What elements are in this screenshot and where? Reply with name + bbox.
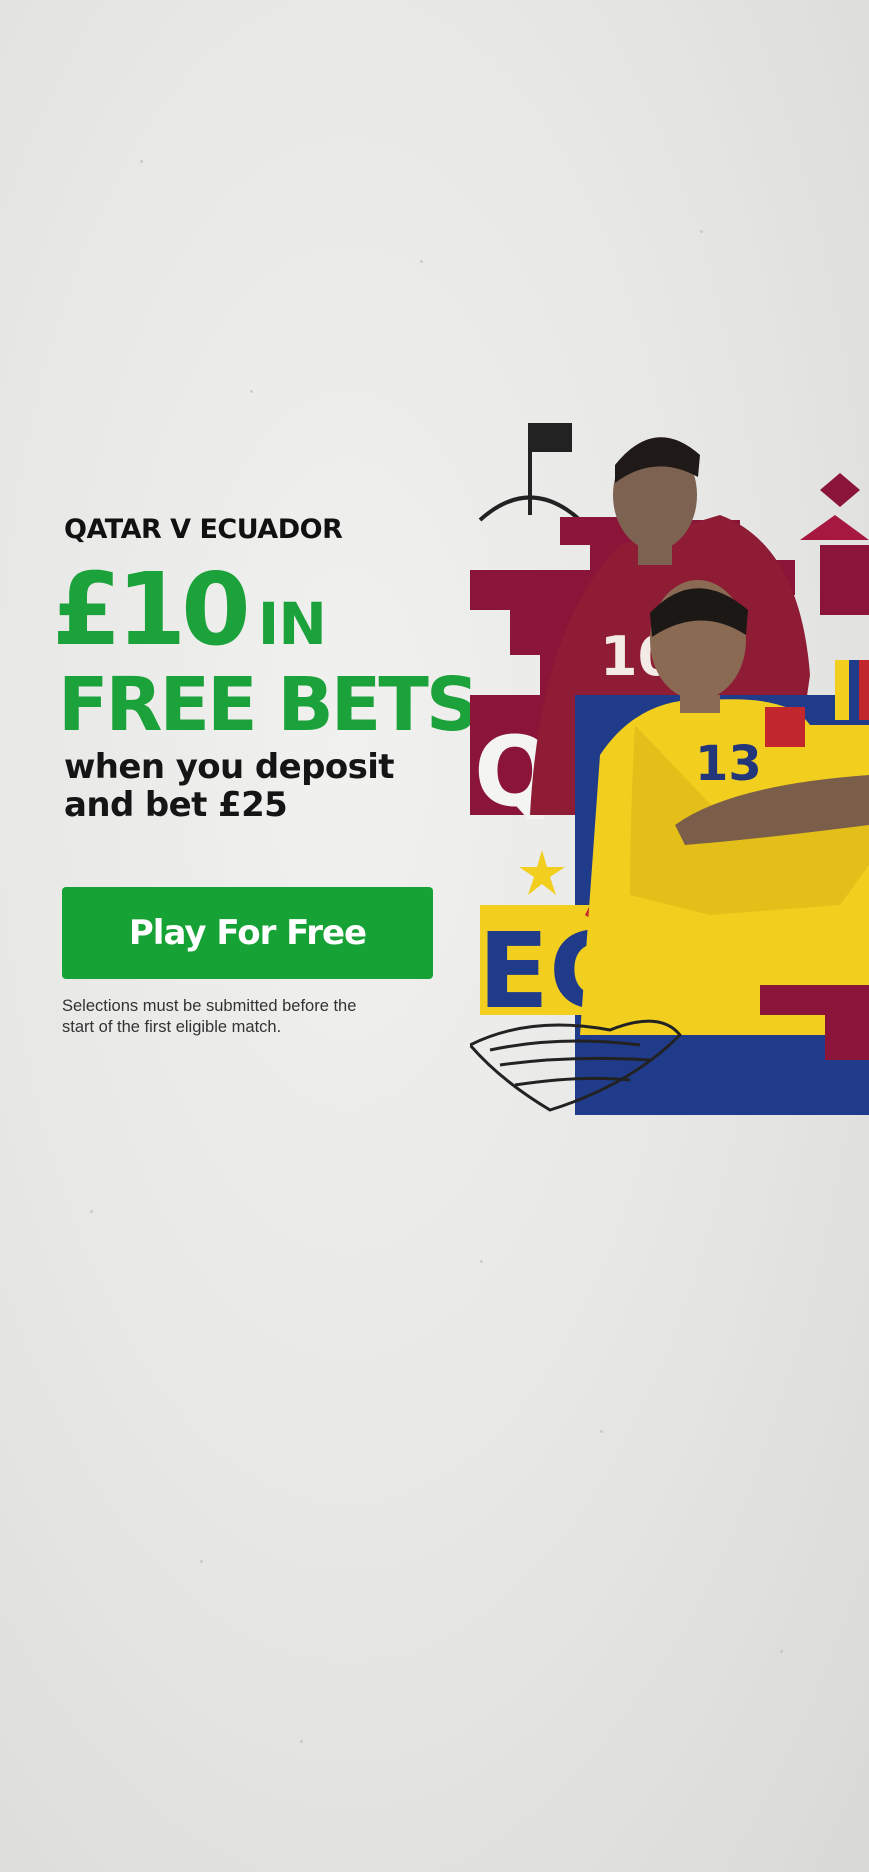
subline-bet: and bet £25: [64, 785, 288, 826]
headline-amount-line: £10 IN: [52, 560, 327, 660]
disclaimer-text: Selections must be submitted before the …: [62, 997, 357, 1037]
subline-deposit: when you deposit: [64, 747, 395, 787]
play-for-free-button[interactable]: Play For Free: [62, 887, 433, 979]
headline-free-bets: FREE BETS: [58, 662, 479, 748]
star-icon: [519, 850, 565, 895]
ecuador-stripes: [835, 660, 869, 720]
headline-amount: £10: [52, 551, 251, 668]
players-artwork: QAT 10 ECU 13: [470, 423, 869, 1115]
ecuador-shirt-number: 13: [695, 736, 762, 792]
match-title: QATAR V ECUADOR: [64, 514, 343, 545]
headline-in: IN: [257, 590, 327, 658]
corner-flag-icon: [478, 423, 582, 522]
subline: when you deposit and bet £25: [64, 747, 395, 826]
